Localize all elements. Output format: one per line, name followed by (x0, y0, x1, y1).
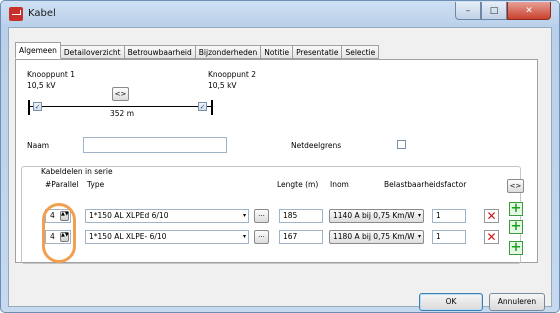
node2-voltage: 10,5 kV (208, 81, 237, 90)
swap-nodes-button[interactable]: <> (112, 87, 129, 101)
inom-dropdown[interactable]: 1180 A bij 0,75 Km/W ▾ (329, 230, 424, 244)
add-row-above-icon[interactable]: + (509, 202, 523, 216)
tab-presentatie[interactable]: Presentatie (293, 45, 343, 59)
netdeelgrens-checkbox[interactable] (397, 140, 406, 149)
swap-cable-parts-button[interactable]: <> (507, 179, 524, 193)
length-input[interactable]: 185 (279, 209, 323, 223)
dialog-client-area: Algemeen Detailoverzicht Betrouwbaarheid… (8, 27, 552, 311)
type-value: 1*150 AL XLPE- 6/10 (89, 232, 167, 241)
delete-row-icon[interactable]: ✕ (484, 209, 499, 223)
cable-part-row: 4 ▲▼ 1*150 AL XLPE- 6/10 ▾ ... 167 1180 A… (9, 230, 551, 246)
type-dropdown[interactable]: 1*150 AL XLPEd 6/10 ▾ (85, 209, 249, 223)
parallel-header: #Parallel (45, 180, 79, 189)
load-factor-header: Belastbaarheidsfactor (384, 180, 467, 189)
length-input[interactable]: 167 (279, 230, 323, 244)
cable-parts-group-title: Kabeldelen in serie (39, 167, 115, 176)
cancel-button[interactable]: Annuleren (489, 293, 545, 311)
tab-betrouwbaarheid[interactable]: Betrouwbaarheid (124, 45, 196, 59)
load-factor-input[interactable]: 1 (432, 230, 466, 244)
inom-header: Inom (330, 180, 349, 189)
node2-bar (211, 100, 213, 115)
tab-strip: Algemeen Detailoverzicht Betrouwbaarheid… (15, 42, 380, 60)
load-factor-input[interactable]: 1 (432, 209, 466, 223)
name-label: Naam (27, 141, 50, 150)
type-header: Type (87, 180, 105, 189)
parallel-highlight-annotation (42, 203, 76, 263)
cable-length-label: 352 m (110, 109, 135, 118)
type-dropdown[interactable]: 1*150 AL XLPE- 6/10 ▾ (85, 230, 249, 244)
app-icon (9, 7, 23, 21)
cable-part-row: 4 ▲▼ 1*150 AL XLPEd 6/10 ▾ ... 185 1140 A… (9, 209, 551, 225)
maximize-button[interactable]: □ (481, 2, 507, 20)
chevron-down-icon: ▾ (417, 212, 421, 219)
type-browse-button[interactable]: ... (254, 230, 269, 244)
chevron-down-icon: ▾ (417, 233, 421, 240)
ok-button[interactable]: OK (419, 293, 483, 311)
add-row-below-icon[interactable]: + (509, 241, 523, 255)
tab-algemeen[interactable]: Algemeen (15, 42, 61, 59)
inom-dropdown[interactable]: 1140 A bij 0,75 Km/W ▾ (329, 209, 424, 223)
length-header: Lengte (m) (277, 180, 319, 189)
tab-selectie[interactable]: Selectie (342, 45, 380, 59)
cable-line (30, 106, 211, 107)
netdeelgrens-label: Netdeelgrens (291, 141, 342, 150)
tab-notitie[interactable]: Notitie (261, 45, 294, 59)
tab-detailoverzicht[interactable]: Detailoverzicht (60, 45, 125, 59)
inom-value: 1180 A bij 0,75 Km/W (333, 232, 415, 241)
delete-row-icon[interactable]: ✕ (484, 230, 499, 244)
kabel-dialog: Kabel – □ ✕ Algemeen Detailoverzicht Bet… (0, 0, 560, 313)
window-title: Kabel (28, 8, 56, 19)
minimize-button[interactable]: – (455, 2, 481, 20)
chevron-down-icon: ▾ (242, 233, 246, 240)
title-bar[interactable]: Kabel – □ ✕ (1, 1, 559, 27)
node1-voltage: 10,5 kV (27, 81, 56, 90)
node2-switch-checkbox[interactable]: ✓ (198, 102, 207, 111)
name-input[interactable] (83, 137, 227, 153)
node2-label: Knooppunt 2 (208, 70, 256, 79)
node1-switch-checkbox[interactable]: ✓ (33, 102, 42, 111)
inom-value: 1140 A bij 0,75 Km/W (333, 211, 415, 220)
node1-bar (28, 100, 30, 115)
close-button[interactable]: ✕ (507, 2, 551, 20)
chevron-down-icon: ▾ (242, 212, 246, 219)
type-browse-button[interactable]: ... (254, 209, 269, 223)
window-controls: – □ ✕ (455, 2, 551, 20)
tab-bijzonderheden[interactable]: Bijzonderheden (195, 45, 262, 59)
node1-label: Knooppunt 1 (27, 70, 75, 79)
type-value: 1*150 AL XLPEd 6/10 (89, 211, 169, 220)
